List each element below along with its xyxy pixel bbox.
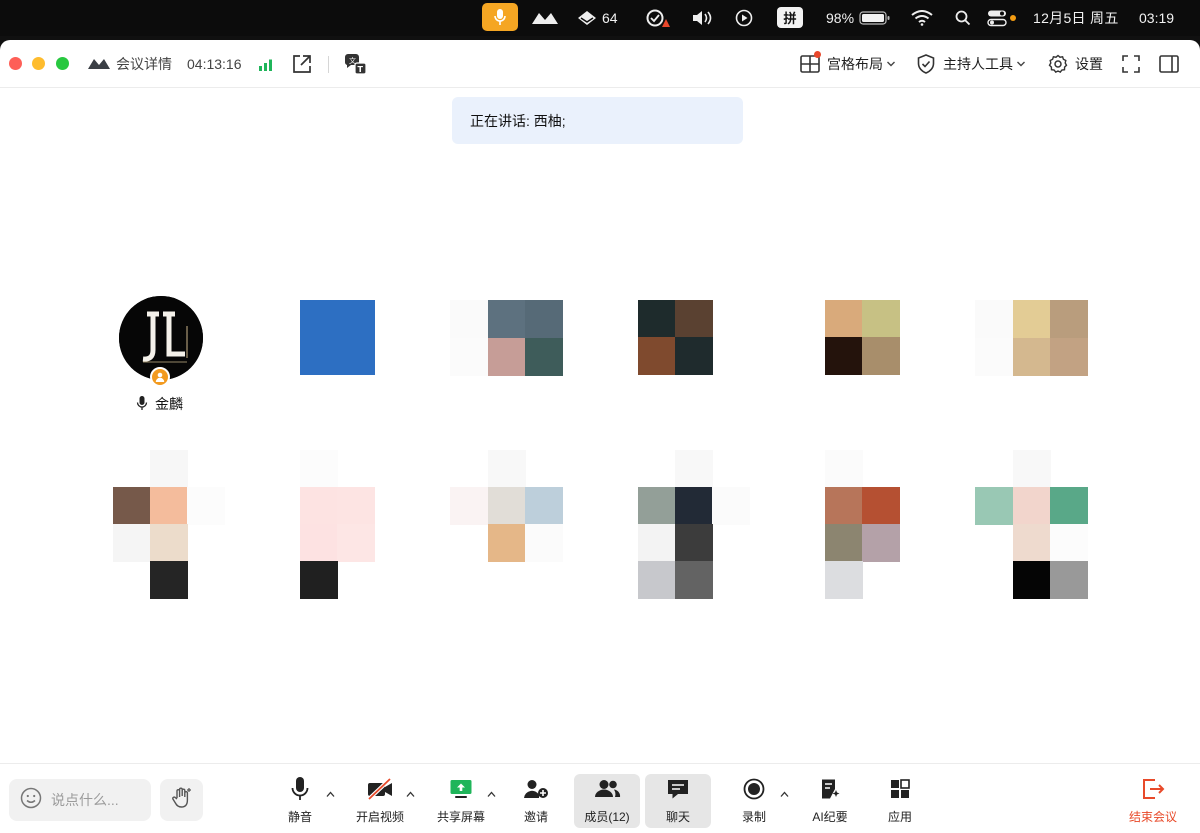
active-speaker-banner: 正在讲话: 西柚; bbox=[452, 97, 743, 144]
ai-minutes-label: AI纪要 bbox=[812, 810, 848, 824]
control-center-icon[interactable] bbox=[987, 0, 1016, 36]
sync-warning-icon[interactable] bbox=[643, 0, 671, 36]
members-label: 成员(12) bbox=[584, 810, 630, 824]
host-badge-icon bbox=[150, 367, 170, 387]
apps-label: 应用 bbox=[887, 810, 912, 824]
ai-notes-icon bbox=[819, 774, 841, 804]
menu-bar: 64 拼 98% 12月5日 周五 03:19 bbox=[0, 0, 1200, 36]
record-button[interactable]: 录制 bbox=[736, 774, 772, 828]
ai-minutes-button[interactable]: AI纪要 bbox=[808, 774, 852, 828]
mute-label: 静音 bbox=[287, 810, 312, 824]
title-bar: 会议详情 04:13:16 文T 宫格布局 主持人工具 设置 bbox=[0, 40, 1200, 88]
grid-layout-icon bbox=[800, 51, 821, 73]
record-icon bbox=[743, 774, 765, 804]
participant-name-row: 金麟 bbox=[136, 394, 183, 414]
participant-name: 金麟 bbox=[155, 396, 183, 412]
apps-button[interactable]: 应用 bbox=[882, 774, 918, 828]
start-video-label: 开启视频 bbox=[355, 810, 404, 824]
search-icon[interactable] bbox=[955, 0, 971, 36]
record-options-chevron-icon[interactable] bbox=[780, 789, 789, 801]
minimize-window-button[interactable] bbox=[32, 57, 45, 70]
wifi-icon[interactable] bbox=[911, 0, 933, 36]
menubar-mic-icon[interactable] bbox=[482, 3, 518, 31]
bottom-toolbar: 静音 开启视频 共享屏幕 邀请 bbox=[0, 763, 1200, 833]
layout-new-dot bbox=[814, 51, 821, 58]
exit-icon bbox=[1141, 774, 1165, 804]
record-label: 录制 bbox=[741, 810, 766, 824]
host-tools-button[interactable]: 主持人工具 bbox=[917, 40, 1026, 88]
settings-button[interactable]: 设置 bbox=[1048, 40, 1103, 88]
participant-tile-host[interactable] bbox=[119, 296, 203, 387]
members-icon bbox=[593, 774, 621, 804]
start-video-button[interactable]: 开启视频 bbox=[352, 774, 408, 828]
close-window-button[interactable] bbox=[9, 57, 22, 70]
translate-icon[interactable]: 文T bbox=[343, 40, 369, 88]
chat-icon bbox=[666, 774, 690, 804]
pop-out-icon[interactable] bbox=[292, 40, 312, 88]
share-screen-icon bbox=[449, 774, 473, 804]
add-user-icon bbox=[523, 774, 549, 804]
invite-button[interactable]: 邀请 bbox=[518, 774, 554, 828]
titlebar-divider bbox=[328, 56, 329, 73]
battery-percent: 98% bbox=[826, 10, 855, 26]
members-button[interactable]: 成员(12) bbox=[574, 774, 640, 828]
meeting-details-button[interactable]: 会议详情 bbox=[87, 40, 172, 88]
audio-options-chevron-icon[interactable] bbox=[326, 789, 335, 801]
emoji-icon[interactable] bbox=[20, 787, 42, 814]
share-options-chevron-icon[interactable] bbox=[487, 789, 496, 801]
invite-label: 邀请 bbox=[523, 810, 548, 824]
meeting-window: 会议详情 04:13:16 文T 宫格布局 主持人工具 设置 正在讲话: 西柚;… bbox=[0, 40, 1200, 833]
mute-button[interactable]: 静音 bbox=[282, 774, 318, 828]
microphone-icon bbox=[291, 774, 309, 804]
layout-button[interactable]: 宫格布局 bbox=[800, 40, 896, 88]
notify-count: 64 bbox=[602, 10, 618, 26]
end-meeting-label: 结束会议 bbox=[1128, 810, 1177, 824]
meeting-app-icon[interactable] bbox=[531, 0, 559, 36]
notification-app[interactable]: 64 bbox=[576, 0, 618, 36]
shield-icon bbox=[917, 54, 935, 74]
network-signal-icon[interactable] bbox=[258, 40, 276, 88]
fullscreen-icon[interactable] bbox=[1122, 40, 1140, 88]
host-tools-label: 主持人工具 bbox=[943, 56, 1013, 72]
settings-label: 设置 bbox=[1075, 56, 1103, 72]
quick-chat-input[interactable] bbox=[9, 779, 151, 821]
menubar-date: 12月5日 周五 bbox=[1033, 10, 1119, 26]
raise-hand-icon bbox=[170, 786, 194, 815]
svg-text:T: T bbox=[358, 65, 364, 74]
chat-text-field[interactable] bbox=[51, 792, 147, 808]
chat-button[interactable]: 聊天 bbox=[645, 774, 711, 828]
end-meeting-button[interactable]: 结束会议 bbox=[1124, 774, 1182, 828]
recording-indicator bbox=[1010, 15, 1016, 21]
share-screen-label: 共享屏幕 bbox=[436, 810, 485, 824]
video-options-chevron-icon[interactable] bbox=[406, 789, 415, 801]
share-screen-button[interactable]: 共享屏幕 bbox=[433, 774, 489, 828]
play-icon[interactable] bbox=[735, 0, 753, 36]
apps-grid-icon bbox=[889, 774, 911, 804]
chevron-down-icon bbox=[886, 60, 896, 68]
input-method-icon[interactable]: 拼 bbox=[777, 7, 803, 28]
chevron-down-icon bbox=[1016, 60, 1026, 68]
menubar-time: 03:19 bbox=[1139, 10, 1175, 26]
meeting-logo-icon bbox=[87, 57, 111, 71]
layout-label: 宫格布局 bbox=[827, 56, 883, 72]
chat-label: 聊天 bbox=[665, 810, 690, 824]
mic-icon bbox=[136, 395, 148, 414]
zoom-window-button[interactable] bbox=[56, 57, 69, 70]
gear-icon bbox=[1048, 54, 1068, 74]
sidebar-toggle-icon[interactable] bbox=[1159, 40, 1179, 88]
video-off-icon bbox=[366, 774, 394, 804]
meeting-details-label: 会议详情 bbox=[116, 56, 172, 72]
volume-icon[interactable] bbox=[691, 0, 715, 36]
meeting-elapsed-time: 04:13:16 bbox=[187, 56, 242, 72]
raise-hand-button[interactable] bbox=[160, 779, 203, 821]
battery-icon[interactable] bbox=[859, 0, 891, 36]
